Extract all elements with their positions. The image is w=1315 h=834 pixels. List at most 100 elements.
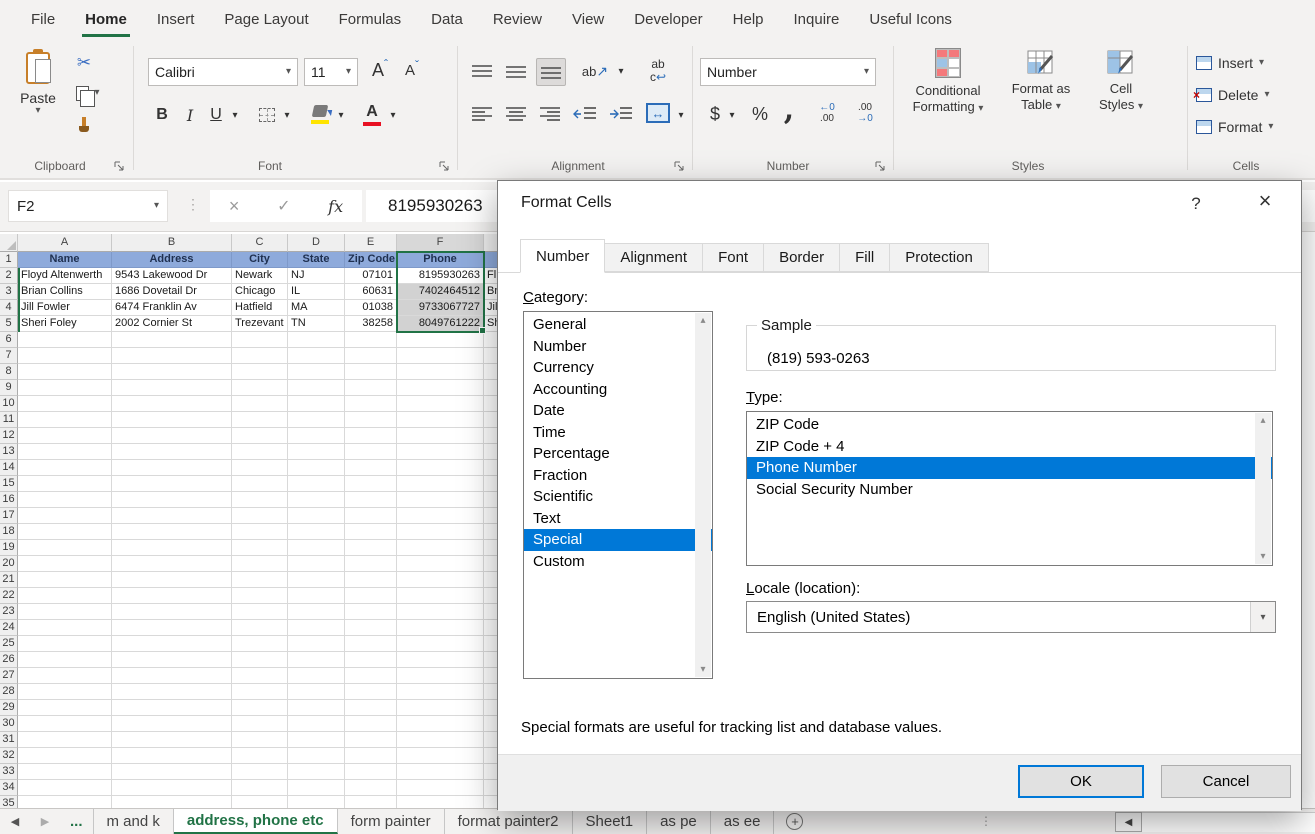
cell-F7[interactable] bbox=[397, 348, 484, 364]
cell-E25[interactable] bbox=[345, 636, 397, 652]
cell-B7[interactable] bbox=[112, 348, 232, 364]
cell-E12[interactable] bbox=[345, 428, 397, 444]
cell-B30[interactable] bbox=[112, 716, 232, 732]
ribbon-tab-page-layout[interactable]: Page Layout bbox=[209, 0, 323, 40]
cell-A5[interactable]: Sheri Foley bbox=[18, 316, 112, 332]
scroll-down-icon[interactable]: ▾ bbox=[700, 664, 705, 675]
cell-F18[interactable] bbox=[397, 524, 484, 540]
cell-A32[interactable] bbox=[18, 748, 112, 764]
cell-C10[interactable] bbox=[232, 396, 288, 412]
hscroll-track[interactable] bbox=[1142, 812, 1315, 832]
cell-E18[interactable] bbox=[345, 524, 397, 540]
cell-D17[interactable] bbox=[288, 508, 345, 524]
ribbon-tab-developer[interactable]: Developer bbox=[619, 0, 717, 40]
ribbon-tab-view[interactable]: View bbox=[557, 0, 619, 40]
cell-D34[interactable] bbox=[288, 780, 345, 796]
row-header-27[interactable]: 27 bbox=[0, 668, 18, 684]
cell-C33[interactable] bbox=[232, 764, 288, 780]
row-header-23[interactable]: 23 bbox=[0, 604, 18, 620]
type-list-scrollbar[interactable]: ▴ ▾ bbox=[1255, 413, 1271, 564]
cell-E16[interactable] bbox=[345, 492, 397, 508]
cell-F1[interactable]: Phone bbox=[397, 252, 484, 268]
cell-E21[interactable] bbox=[345, 572, 397, 588]
cell-F30[interactable] bbox=[397, 716, 484, 732]
cell-E29[interactable] bbox=[345, 700, 397, 716]
enter-entry-button[interactable]: ✓ bbox=[277, 196, 290, 216]
scroll-down-icon[interactable]: ▾ bbox=[1260, 551, 1265, 562]
cell-D6[interactable] bbox=[288, 332, 345, 348]
cell-D29[interactable] bbox=[288, 700, 345, 716]
cell-F5[interactable]: 8049761222 bbox=[397, 316, 484, 332]
cancel-entry-button[interactable]: × bbox=[229, 196, 240, 217]
borders-dropdown[interactable]: ▾ bbox=[280, 106, 294, 126]
cell-D12[interactable] bbox=[288, 428, 345, 444]
orientation-button[interactable]: ab ↗ bbox=[578, 58, 612, 84]
ribbon-tab-review[interactable]: Review bbox=[478, 0, 557, 40]
type-item-zip-code-4[interactable]: ZIP Code + 4 bbox=[747, 436, 1272, 458]
cell-C3[interactable]: Chicago bbox=[232, 284, 288, 300]
type-item-social-security-number[interactable]: Social Security Number bbox=[747, 479, 1272, 501]
cell-styles-button[interactable]: Cell Styles ▾ bbox=[1088, 48, 1154, 113]
row-header-6[interactable]: 6 bbox=[0, 332, 18, 348]
row-header-21[interactable]: 21 bbox=[0, 572, 18, 588]
accounting-format-button[interactable]: $ bbox=[702, 100, 728, 128]
cell-C22[interactable] bbox=[232, 588, 288, 604]
cell-A1[interactable]: Name bbox=[18, 252, 112, 268]
cell-E7[interactable] bbox=[345, 348, 397, 364]
cell-A12[interactable] bbox=[18, 428, 112, 444]
more-sheets-button[interactable]: ... bbox=[60, 809, 93, 834]
ribbon-tab-formulas[interactable]: Formulas bbox=[324, 0, 417, 40]
cell-D7[interactable] bbox=[288, 348, 345, 364]
ribbon-tab-help[interactable]: Help bbox=[718, 0, 779, 40]
cell-E13[interactable] bbox=[345, 444, 397, 460]
borders-button[interactable] bbox=[256, 104, 278, 126]
format-as-table-button[interactable]: Format as Table ▾ bbox=[998, 48, 1084, 113]
cell-A23[interactable] bbox=[18, 604, 112, 620]
cell-F11[interactable] bbox=[397, 412, 484, 428]
type-item-phone-number[interactable]: Phone Number bbox=[747, 457, 1272, 479]
cell-A31[interactable] bbox=[18, 732, 112, 748]
scroll-up-icon[interactable]: ▴ bbox=[700, 315, 705, 326]
ribbon-tab-file[interactable]: File bbox=[16, 0, 70, 40]
cell-C24[interactable] bbox=[232, 620, 288, 636]
cell-D30[interactable] bbox=[288, 716, 345, 732]
cell-E27[interactable] bbox=[345, 668, 397, 684]
italic-button[interactable]: I bbox=[178, 102, 202, 128]
cell-A33[interactable] bbox=[18, 764, 112, 780]
cell-A22[interactable] bbox=[18, 588, 112, 604]
cell-B26[interactable] bbox=[112, 652, 232, 668]
cell-A30[interactable] bbox=[18, 716, 112, 732]
cell-C15[interactable] bbox=[232, 476, 288, 492]
number-format-select[interactable]: Number ▾ bbox=[700, 58, 876, 86]
category-item-custom[interactable]: Custom bbox=[524, 551, 712, 573]
decrease-indent-button[interactable] bbox=[570, 102, 600, 126]
cell-B10[interactable] bbox=[112, 396, 232, 412]
cell-C21[interactable] bbox=[232, 572, 288, 588]
cell-E28[interactable] bbox=[345, 684, 397, 700]
row-header-9[interactable]: 9 bbox=[0, 380, 18, 396]
cell-F28[interactable] bbox=[397, 684, 484, 700]
dialog-tab-font[interactable]: Font bbox=[703, 243, 764, 272]
row-header-16[interactable]: 16 bbox=[0, 492, 18, 508]
cell-B1[interactable]: Address bbox=[112, 252, 232, 268]
row-header-12[interactable]: 12 bbox=[0, 428, 18, 444]
sheet-tab-m-and-k[interactable]: m and k bbox=[93, 809, 174, 834]
cell-B2[interactable]: 9543 Lakewood Dr bbox=[112, 268, 232, 284]
cell-D20[interactable] bbox=[288, 556, 345, 572]
row-header-13[interactable]: 13 bbox=[0, 444, 18, 460]
cell-A16[interactable] bbox=[18, 492, 112, 508]
cell-A17[interactable] bbox=[18, 508, 112, 524]
cell-A10[interactable] bbox=[18, 396, 112, 412]
cell-D11[interactable] bbox=[288, 412, 345, 428]
cell-A9[interactable] bbox=[18, 380, 112, 396]
wrap-text-button[interactable]: ab c↩ bbox=[640, 52, 676, 90]
row-header-7[interactable]: 7 bbox=[0, 348, 18, 364]
column-header-b[interactable]: B bbox=[112, 234, 232, 252]
cell-A11[interactable] bbox=[18, 412, 112, 428]
cell-B11[interactable] bbox=[112, 412, 232, 428]
category-item-time[interactable]: Time bbox=[524, 422, 712, 444]
cell-D19[interactable] bbox=[288, 540, 345, 556]
row-header-11[interactable]: 11 bbox=[0, 412, 18, 428]
cell-A19[interactable] bbox=[18, 540, 112, 556]
underline-dropdown[interactable]: ▾ bbox=[228, 106, 242, 126]
